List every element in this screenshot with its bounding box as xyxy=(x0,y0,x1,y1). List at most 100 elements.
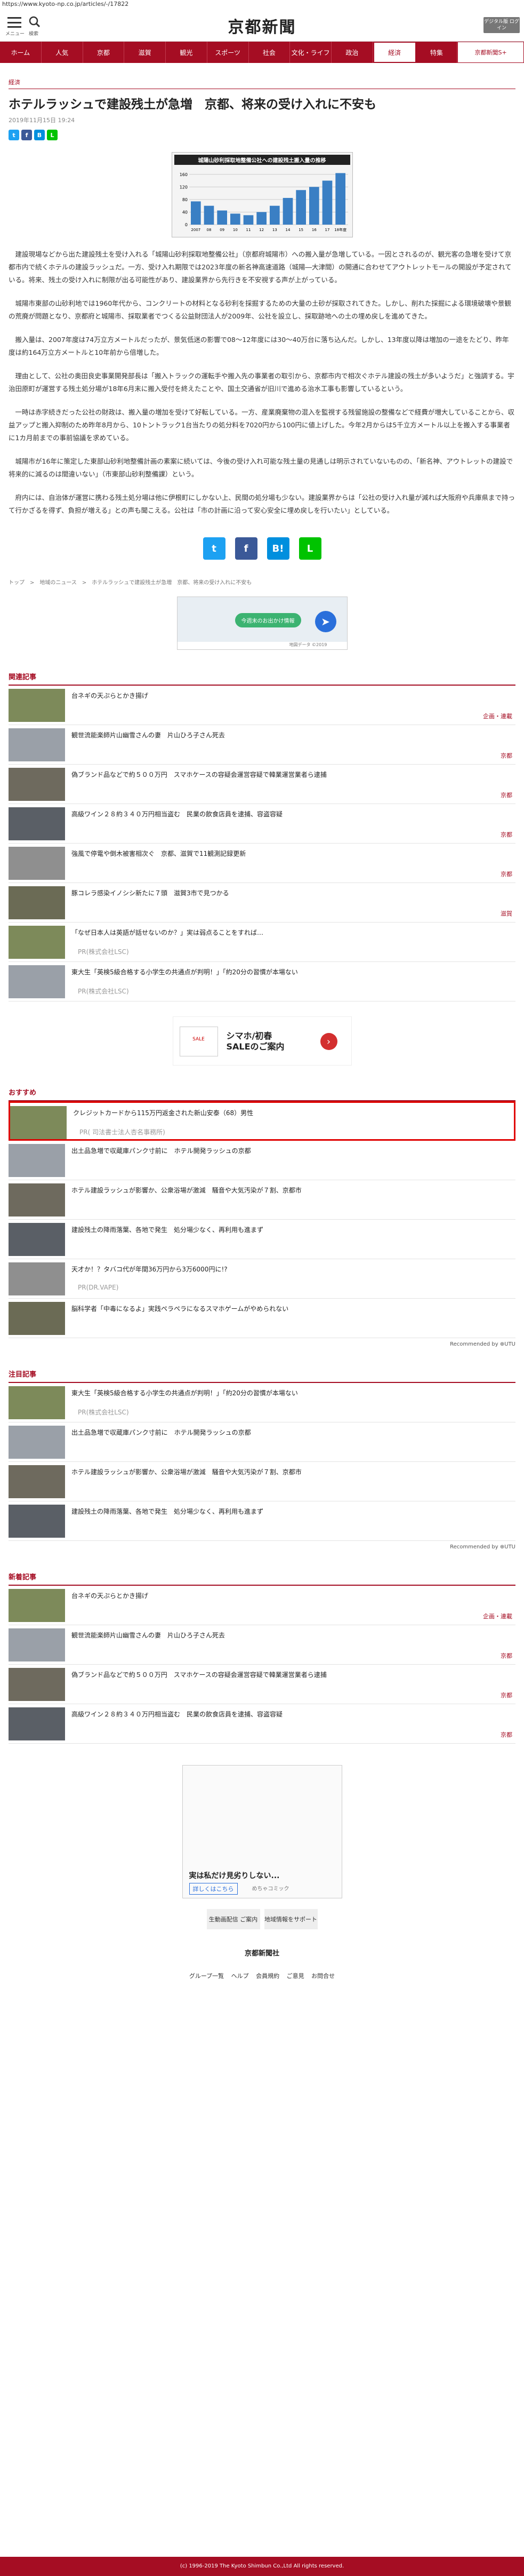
hatena-share-icon[interactable]: B xyxy=(34,130,45,140)
share-bar-top: t f B L xyxy=(9,130,515,140)
list-item[interactable]: 台ネギの天ぷらとかき揚げ 企画・連載 xyxy=(9,1586,515,1625)
attention-by[interactable]: Recommended by ⊕UTU xyxy=(9,1544,515,1550)
thumbnail xyxy=(9,1426,65,1459)
footer-logo[interactable]: 京都新聞社 xyxy=(9,1947,515,1958)
article-title: ホテルラッシュで建設残土が急増 京都、将来の受け入れに不安も xyxy=(9,98,376,112)
nav-item[interactable]: 滋賀 xyxy=(124,42,166,63)
nav-item[interactable]: ホーム xyxy=(0,42,42,63)
footer-links[interactable]: グループ一覧 ヘルプ 会員規約 ご意見 お問合せ xyxy=(9,1971,515,1980)
list-item[interactable]: 建設残土の降雨落葉、各地で発生 処分場少なく、再利用も進まず xyxy=(9,1501,515,1541)
url-bar[interactable]: https://www.kyoto-np.co.jp/articles/-/17… xyxy=(0,0,524,9)
nav-item[interactable]: スポーツ xyxy=(207,42,249,63)
list-item[interactable]: クレジットカードから115万円返金された新山安泰（68）男性 PR( 司法書士法人… xyxy=(9,1101,515,1141)
y-tick-label: 80 xyxy=(182,197,187,202)
y-tick-label: 160 xyxy=(179,172,187,177)
thumbnail xyxy=(9,1386,65,1419)
breadcrumb[interactable]: トップ > 地域のニュース > ホテルラッシュで建設残土が急増 京都、将来の受け… xyxy=(9,578,515,586)
list-item-title: 台ネギの天ぷらとかき揚げ xyxy=(71,1592,149,1600)
digital-login-button[interactable]: デジタル版 ログイン xyxy=(483,17,520,33)
x-tick-label: 12 xyxy=(259,228,264,232)
list-item[interactable]: 脳科学者「中毒になるよ」実践ペラペラになるスマホゲームがやめられない xyxy=(9,1299,515,1338)
list-item[interactable]: 台ネギの天ぷらとかき揚げ 企画・連載 xyxy=(9,686,515,725)
list-item-title: 天才か！？タバコ代が年間36万円から3万6000円に!? xyxy=(71,1266,228,1273)
footer-button-1[interactable]: 生動画配信 ご案内 xyxy=(206,1909,260,1929)
nav-item[interactable]: 京都新聞S+ xyxy=(457,42,524,63)
line-share-icon[interactable]: L xyxy=(299,537,321,560)
footer-button-2[interactable]: 地域情報をサポート xyxy=(264,1909,318,1929)
comic-ad-button[interactable]: 詳しくはこちら xyxy=(189,1883,238,1895)
map-ad[interactable]: 今週末のお出かけ情報 ➤ 地図データ ©2019 xyxy=(176,597,348,650)
list-item-title: 強風で停電や倒木被害相次ぐ 京都、滋賀で11観測記録更新 xyxy=(71,850,246,857)
nav-item[interactable]: 文化・ライフ xyxy=(290,42,332,63)
list-item[interactable]: 出土品急増で収蔵庫パンク寸前に ホテル開発ラッシュの京都 xyxy=(9,1422,515,1462)
sale-ad-text: シマホ/初春 SALEのご案内 xyxy=(226,1031,285,1052)
list-item[interactable]: ホテル建設ラッシュが影響か、公衆浴場が激減 騒音や大気汚染が７割、京都市 xyxy=(9,1462,515,1501)
x-tick-label: 17 xyxy=(325,228,329,232)
list-item-title: 出土品急増で収蔵庫パンク寸前に ホテル開発ラッシュの京都 xyxy=(71,1147,251,1155)
x-tick-label: 09 xyxy=(220,228,224,232)
bar xyxy=(335,173,345,225)
bar xyxy=(230,213,240,225)
twitter-share-icon[interactable]: t xyxy=(9,130,19,140)
list-item[interactable]: 東大生「英検5級合格する小学生の共通点が判明！」「約20分の習慣が本場ない PR(… xyxy=(9,962,515,1001)
list-item[interactable]: 偽ブランド品などで約５００万円 スマホケースの容疑会運営容疑で韓業運営業者ら逮捕… xyxy=(9,765,515,804)
list-item[interactable]: 「なぜ日本人は英語が話せないのか？」実は弱点ることをすれば… PR(株式会社LSC… xyxy=(9,923,515,962)
list-item[interactable]: 天才か！？タバコ代が年間36万円から3万6000円に!? PR(DR.VAPE) xyxy=(9,1259,515,1299)
thumbnail xyxy=(9,768,65,801)
list-item[interactable]: 出土品急増で収蔵庫パンク寸前に ホテル開発ラッシュの京都 xyxy=(9,1141,515,1180)
list-item-title: ホテル建設ラッシュが影響か、公衆浴場が激減 騒音や大気汚染が７割、京都市 xyxy=(71,1187,302,1194)
list-item-title: 建設残土の降雨落葉、各地で発生 処分場少なく、再利用も進まず xyxy=(71,1508,264,1515)
nav-item[interactable]: 京都 xyxy=(83,42,125,63)
list-item[interactable]: 観世流能楽師片山幽雪さんの妻 片山ひろ子さん死去 京都 xyxy=(9,1625,515,1665)
nav-item[interactable]: 人気 xyxy=(42,42,83,63)
nav-item[interactable]: 社会 xyxy=(249,42,291,63)
article-paragraph: 搬入量は、2007年度は74万立方メートルだったが、景気低迷の影響で08～12年… xyxy=(9,336,509,356)
nav-item[interactable]: 政治 xyxy=(332,42,373,63)
recommend-by[interactable]: Recommended by ⊕UTU xyxy=(9,1341,515,1347)
directions-icon[interactable]: ➤ xyxy=(315,611,336,632)
list-item[interactable]: 東大生「英検5級合格する小学生の共通点が判明！」「約20分の習慣が本場ない PR(… xyxy=(9,1383,515,1422)
list-item[interactable]: 強風で停電や倒木被害相次ぐ 京都、滋賀で11観測記録更新 京都 xyxy=(9,844,515,883)
chevron-right-icon[interactable]: › xyxy=(320,1033,337,1050)
sale-ad[interactable]: SALE シマホ/初春 SALEのご案内 › xyxy=(172,1016,352,1066)
article-paragraph: 府内には、自治体が運営に携わる残土処分場は他に伊根町にしかない上、民間の処分場も… xyxy=(9,494,515,514)
list-item[interactable]: 高級ワイン２８約３４０万円相当盗む 民業の飲食店員を逮捕、容盗容疑 京都 xyxy=(9,1704,515,1744)
nav-item[interactable]: 観光 xyxy=(166,42,207,63)
thumbnail xyxy=(9,1465,65,1498)
nav-item[interactable]: 特集 xyxy=(416,42,458,63)
category-label: 京都 xyxy=(501,1731,512,1738)
comic-ad[interactable]: 実は私だけ見劣りしない... 詳しくはこちら めちゃコミック xyxy=(182,1765,342,1898)
related-list: 台ネギの天ぷらとかき揚げ 企画・連載 観世流能楽師片山幽雪さんの妻 片山ひろ子さん死… xyxy=(9,686,515,1001)
sale-ad-logo: SALE xyxy=(179,1027,218,1056)
list-item[interactable]: 偽ブランド品などで約５００万円 スマホケースの容疑会運営容疑で韓業運営業者ら逮捕… xyxy=(9,1665,515,1704)
list-item[interactable]: ホテル建設ラッシュが影響か、公衆浴場が激減 騒音や大気汚染が７割、京都市 xyxy=(9,1180,515,1220)
list-item-title: ホテル建設ラッシュが影響か、公衆浴場が激減 騒音や大気汚染が７割、京都市 xyxy=(71,1468,302,1476)
recommend-title: おすすめ xyxy=(9,1087,515,1101)
site-logo[interactable]: 京都新聞 xyxy=(0,14,524,37)
hatena-share-icon[interactable]: B! xyxy=(267,537,289,560)
thumbnail xyxy=(9,926,65,959)
bar xyxy=(309,187,319,225)
list-item[interactable]: 豚コレラ感染イノシシ新たに７頭 滋賀3市で見つかる 滋賀 xyxy=(9,883,515,923)
x-tick-label: 15 xyxy=(299,228,303,232)
twitter-share-icon[interactable]: t xyxy=(203,537,225,560)
bar xyxy=(243,215,253,225)
article-paragraph: 城陽市東部の山砂利地では1960年代から、コンクリートの材料となる砂利を採掘する… xyxy=(9,299,511,320)
list-item[interactable]: 観世流能楽師片山幽雪さんの妻 片山ひろ子さん死去 京都 xyxy=(9,725,515,765)
facebook-share-icon[interactable]: f xyxy=(235,537,257,560)
bar xyxy=(204,205,214,225)
section-label[interactable]: 経済 xyxy=(9,78,515,89)
pr-label: PR(DR.VAPE) xyxy=(78,1284,119,1291)
category-label: 京都 xyxy=(501,792,512,799)
footer-buttons: 生動画配信 ご案内 地域情報をサポート xyxy=(9,1909,515,1929)
line-share-icon[interactable]: L xyxy=(47,130,58,140)
thumbnail xyxy=(9,886,65,919)
nav-item[interactable]: 経済 xyxy=(373,42,416,63)
map-ad-pill[interactable]: 今週末のお出かけ情報 xyxy=(235,613,301,627)
list-item[interactable]: 建設残土の降雨落葉、各地で発生 処分場少なく、再利用も進まず xyxy=(9,1220,515,1259)
x-tick-label: 18年度 xyxy=(334,227,346,232)
map-footer: 地図データ ©2019 xyxy=(177,642,347,649)
facebook-share-icon[interactable]: f xyxy=(21,130,32,140)
thumbnail xyxy=(9,1144,65,1177)
list-item[interactable]: 高級ワイン２８約３４０万円相当盗む 民業の飲食店員を逮捕、容盗容疑 京都 xyxy=(9,804,515,844)
